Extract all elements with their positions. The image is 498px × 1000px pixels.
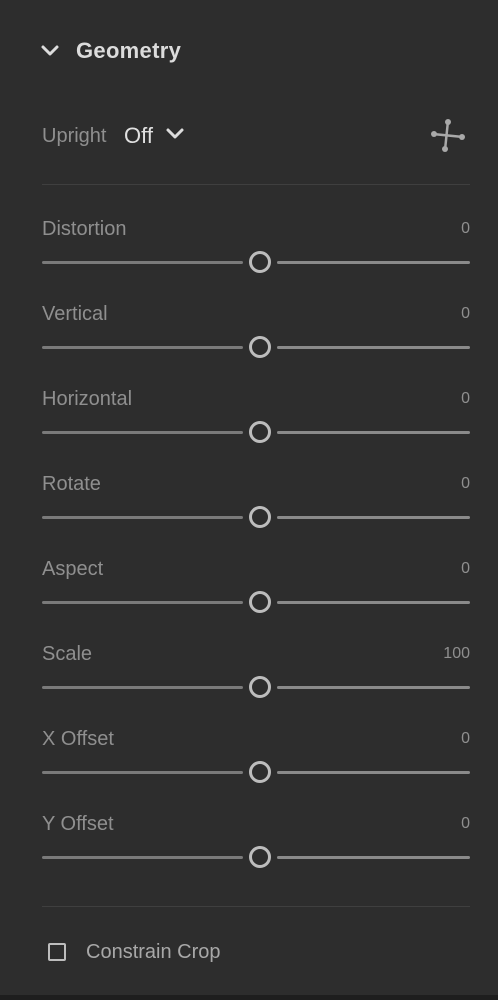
slider-thumb[interactable]: [249, 506, 271, 528]
section-title: Geometry: [76, 38, 182, 63]
divider: [42, 906, 470, 907]
slider-label: Rotate: [42, 473, 101, 495]
slider-label: Vertical: [42, 303, 108, 325]
slider-x-offset: X Offset 0: [42, 728, 470, 798]
slider-track[interactable]: [42, 421, 470, 443]
slider-thumb[interactable]: [249, 591, 271, 613]
slider-value[interactable]: 0: [461, 560, 470, 578]
upright-label: Upright: [42, 125, 107, 147]
upright-value: Off: [124, 123, 153, 148]
slider-distortion: Distortion 0: [42, 218, 470, 288]
slider-label: Y Offset: [42, 813, 114, 835]
constrain-crop-checkbox[interactable]: [48, 943, 66, 961]
slider-track[interactable]: [42, 591, 470, 613]
slider-label: Scale: [42, 643, 93, 665]
slider-thumb[interactable]: [249, 421, 271, 443]
slider-track-right: [277, 601, 470, 604]
constrain-crop-option[interactable]: Constrain Crop: [48, 938, 221, 966]
slider-horizontal: Horizontal 0: [42, 388, 470, 458]
divider: [42, 184, 470, 185]
slider-value[interactable]: 100: [443, 645, 470, 663]
slider-track-left: [42, 261, 243, 264]
slider-track-left: [42, 516, 243, 519]
slider-track[interactable]: [42, 251, 470, 273]
slider-track-right: [277, 686, 470, 689]
slider-label: Distortion: [42, 218, 127, 240]
slider-value[interactable]: 0: [461, 815, 470, 833]
slider-label: Horizontal: [42, 388, 133, 410]
slider-value[interactable]: 0: [461, 220, 470, 238]
slider-track-left: [42, 601, 243, 604]
slider-track-left: [42, 771, 243, 774]
slider-aspect: Aspect 0: [42, 558, 470, 628]
chevron-down-icon: [165, 127, 185, 146]
slider-value[interactable]: 0: [461, 390, 470, 408]
slider-track-left: [42, 431, 243, 434]
slider-scale: Scale 100: [42, 643, 470, 713]
guided-upright-icon[interactable]: [430, 118, 466, 154]
slider-track-right: [277, 771, 470, 774]
upright-row: Upright Off: [42, 118, 470, 158]
slider-thumb[interactable]: [249, 761, 271, 783]
slider-y-offset: Y Offset 0: [42, 813, 470, 883]
slider-thumb[interactable]: [249, 336, 271, 358]
slider-rotate: Rotate 0: [42, 473, 470, 543]
slider-track-right: [277, 856, 470, 859]
slider-track[interactable]: [42, 846, 470, 868]
upright-dropdown[interactable]: Off: [124, 118, 185, 154]
slider-track-right: [277, 261, 470, 264]
slider-thumb[interactable]: [249, 846, 271, 868]
slider-track[interactable]: [42, 761, 470, 783]
slider-track-left: [42, 856, 243, 859]
slider-track[interactable]: [42, 676, 470, 698]
geometry-header[interactable]: Geometry: [40, 34, 181, 68]
slider-track-left: [42, 686, 243, 689]
panel-bottom-edge: [0, 995, 498, 1000]
slider-value[interactable]: 0: [461, 305, 470, 323]
slider-label: X Offset: [42, 728, 114, 750]
chevron-down-icon[interactable]: [40, 41, 60, 61]
slider-track-right: [277, 346, 470, 349]
slider-track[interactable]: [42, 336, 470, 358]
slider-track[interactable]: [42, 506, 470, 528]
slider-thumb[interactable]: [249, 251, 271, 273]
slider-thumb[interactable]: [249, 676, 271, 698]
slider-track-right: [277, 516, 470, 519]
slider-track-right: [277, 431, 470, 434]
slider-value[interactable]: 0: [461, 475, 470, 493]
slider-label: Aspect: [42, 558, 104, 580]
slider-value[interactable]: 0: [461, 730, 470, 748]
geometry-panel: Geometry Upright Off Distortion 0 Vertical…: [0, 0, 498, 1000]
constrain-crop-label: Constrain Crop: [86, 940, 221, 963]
slider-vertical: Vertical 0: [42, 303, 470, 373]
slider-track-left: [42, 346, 243, 349]
